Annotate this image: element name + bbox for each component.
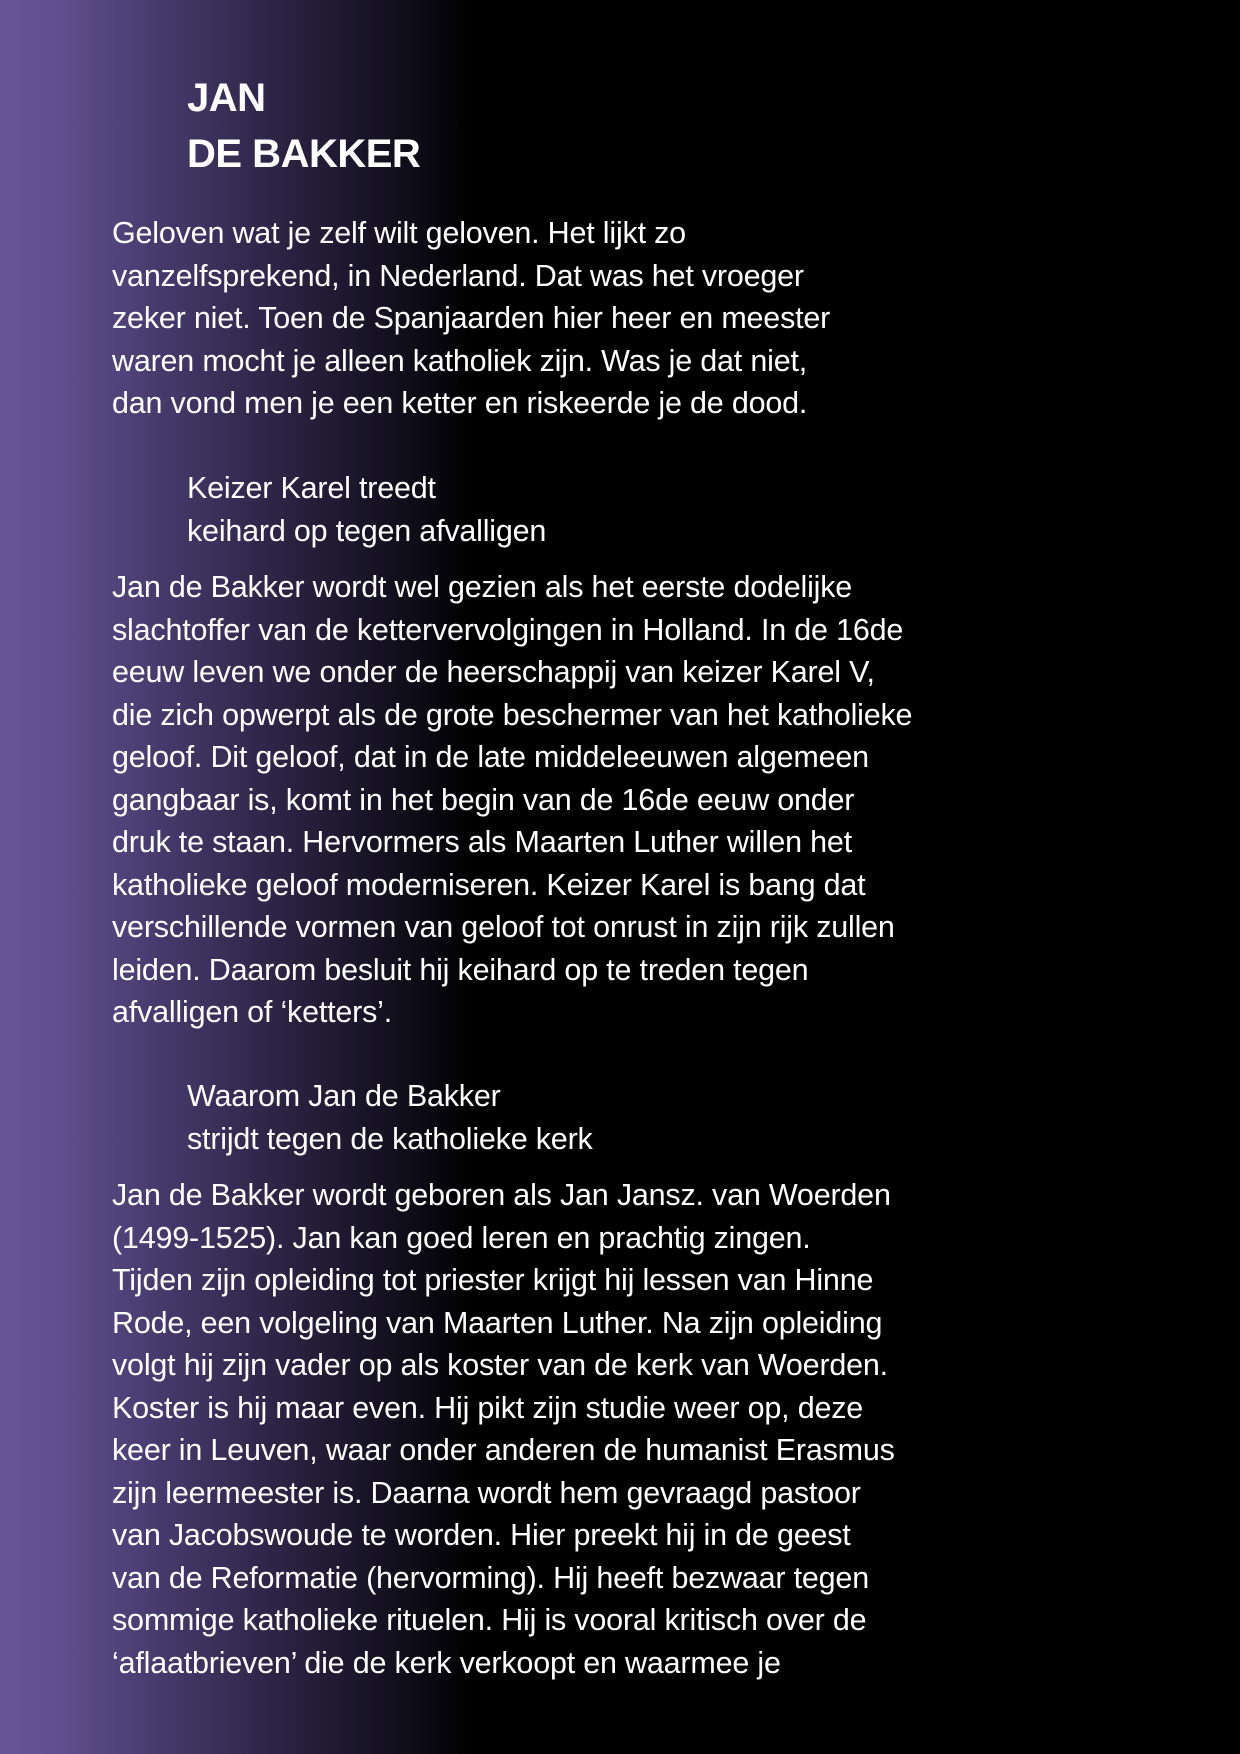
- paragraph-line: gangbaar is, komt in het begin van de 16…: [112, 782, 855, 817]
- paragraph-line: vanzelfsprekend, in Nederland. Dat was h…: [112, 258, 804, 293]
- page-title: JAN DE BAKKER: [187, 70, 421, 182]
- paragraph-line: die zich opwerpt als de grote beschermer…: [112, 697, 913, 732]
- paragraph-line: geloof. Dit geloof, dat in de late midde…: [112, 740, 869, 774]
- paragraph-line: Tijden zijn opleiding tot priester krijg…: [112, 1263, 874, 1297]
- paragraph-line: Geloven wat je zelf wilt geloven. Het li…: [112, 216, 686, 250]
- paragraph-line: waren mocht je alleen katholiek zijn. Wa…: [112, 343, 808, 378]
- page-title-line-2: DE BAKKER: [187, 132, 421, 176]
- paragraph-line: van de Reformatie (hervorming). Hij heef…: [112, 1560, 869, 1595]
- paragraph-line: van Jacobswoude te worden. Hier preekt h…: [112, 1518, 851, 1552]
- subheading-line: keihard op tegen afvalligen: [187, 513, 547, 548]
- subheading-keizer-karel: Keizer Karel treedt keihard op tegen afv…: [187, 467, 546, 552]
- paragraph-line: ‘aflaatbrieven’ die de kerk verkoopt en …: [112, 1645, 781, 1680]
- subheading-waarom-jan: Waarom Jan de Bakker strijdt tegen de ka…: [187, 1075, 593, 1160]
- paragraph-line: leiden. Daarom besluit hij keihard op te…: [112, 952, 809, 987]
- paragraph-line: eeuw leven we onder de heerschappij van …: [112, 655, 875, 689]
- page-title-line-1: JAN: [187, 76, 266, 120]
- paragraph-line: verschillende vormen van geloof tot onru…: [112, 910, 895, 944]
- paragraph-line: zijn leermeester is. Daarna wordt hem ge…: [112, 1475, 861, 1510]
- paragraph-line: keer in Leuven, waar onder anderen de hu…: [112, 1433, 895, 1467]
- jan-de-bakker-paragraph: Jan de Bakker wordt geboren als Jan Jans…: [112, 1174, 895, 1684]
- paragraph-line: druk te staan. Hervormers als Maarten Lu…: [112, 825, 852, 859]
- paragraph-line: slachtoffer van de kettervervolgingen in…: [112, 612, 904, 647]
- paragraph-line: volgt hij zijn vader op als koster van d…: [112, 1348, 888, 1382]
- paragraph-line: Jan de Bakker wordt geboren als Jan Jans…: [112, 1178, 891, 1212]
- paragraph-line: Koster is hij maar even. Hij pikt zijn s…: [112, 1390, 864, 1425]
- paragraph-line: (1499-1525). Jan kan goed leren en prach…: [112, 1220, 811, 1255]
- paragraph-line: afvalligen of ‘ketters’.: [112, 995, 393, 1029]
- subheading-line: strijdt tegen de katholieke kerk: [187, 1121, 593, 1156]
- subheading-line: Keizer Karel treedt: [187, 471, 436, 505]
- keizer-karel-paragraph: Jan de Bakker wordt wel gezien als het e…: [112, 566, 912, 1034]
- subheading-line: Waarom Jan de Bakker: [187, 1079, 501, 1113]
- paragraph-line: sommige katholieke rituelen. Hij is voor…: [112, 1603, 867, 1637]
- paragraph-line: Jan de Bakker wordt wel gezien als het e…: [112, 570, 853, 604]
- paragraph-line: zeker niet. Toen de Spanjaarden hier hee…: [112, 301, 831, 335]
- paragraph-line: Rode, een volgeling van Maarten Luther. …: [112, 1305, 883, 1340]
- intro-paragraph: Geloven wat je zelf wilt geloven. Het li…: [112, 212, 830, 425]
- paragraph-line: dan vond men je een ketter en riskeerde …: [112, 386, 808, 420]
- paragraph-line: katholieke geloof moderniseren. Keizer K…: [112, 867, 866, 902]
